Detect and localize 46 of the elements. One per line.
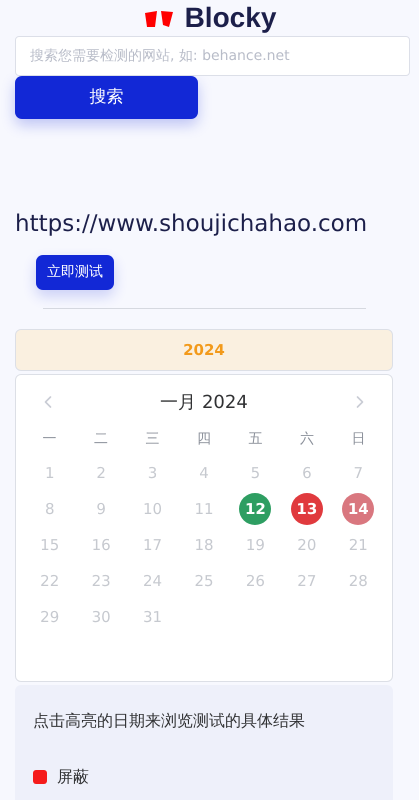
legend-label: 屏蔽 [57, 766, 89, 788]
calendar-day: 29 [40, 606, 60, 628]
calendar-day: 27 [297, 570, 316, 592]
highlighted-day[interactable]: 14 [342, 493, 374, 525]
weekday-label: 四 [196, 430, 211, 448]
calendar-day: 31 [143, 606, 162, 628]
calendar-day: 16 [92, 534, 111, 556]
calendar-day: 18 [194, 534, 214, 556]
calendar-day: 21 [348, 534, 368, 556]
calendar-day: 2 [96, 462, 106, 484]
calendar-day: 25 [194, 570, 214, 592]
calendar-day: 28 [348, 570, 368, 592]
calendar-day: 26 [246, 570, 265, 592]
calendar-day: 19 [246, 534, 265, 556]
calendar-day: 10 [143, 498, 162, 520]
calendar-day: 5 [250, 462, 260, 484]
weekday-label: 三 [146, 430, 160, 448]
weekday-label: 六 [300, 430, 314, 448]
calendar-day: 3 [148, 462, 158, 484]
calendar-day: 6 [302, 462, 312, 484]
weekday-label: 日 [351, 430, 366, 448]
calendar-day: 20 [297, 534, 316, 556]
url-text: https://www.shoujichahao.com [14, 210, 368, 239]
calendar-day: 24 [143, 570, 162, 592]
calendar-day: 11 [194, 498, 214, 520]
test-button[interactable]: 立即测试 [36, 255, 114, 290]
month-title: 一月 2024 [160, 390, 248, 414]
calendar-day: 22 [40, 570, 60, 592]
search-button[interactable]: 搜索 [15, 76, 198, 119]
calendar-day: 8 [44, 498, 54, 520]
weekday-label: 二 [94, 430, 108, 448]
calendar-day: 7 [354, 462, 364, 484]
calendar-day: 9 [96, 498, 106, 520]
highlighted-day[interactable]: 12 [239, 493, 272, 525]
calendar-day: 4 [199, 462, 209, 484]
weekday-label: 一 [42, 430, 57, 448]
calendar-day: 1 [44, 462, 54, 484]
search-field[interactable]: 搜索您需要检测的网站, 如: behance.net [15, 36, 410, 76]
calendar-day: 23 [92, 570, 111, 592]
weekday-label: 五 [248, 430, 262, 448]
calendar-day: 30 [92, 606, 111, 628]
calendar-day: 15 [40, 534, 60, 556]
highlighted-day[interactable]: 13 [290, 493, 323, 525]
logo-text: Blocky [184, 4, 276, 32]
calendar-day: 17 [143, 534, 162, 556]
legend-hint: 点击高亮的日期来浏览测试的具体结果 [33, 710, 306, 732]
